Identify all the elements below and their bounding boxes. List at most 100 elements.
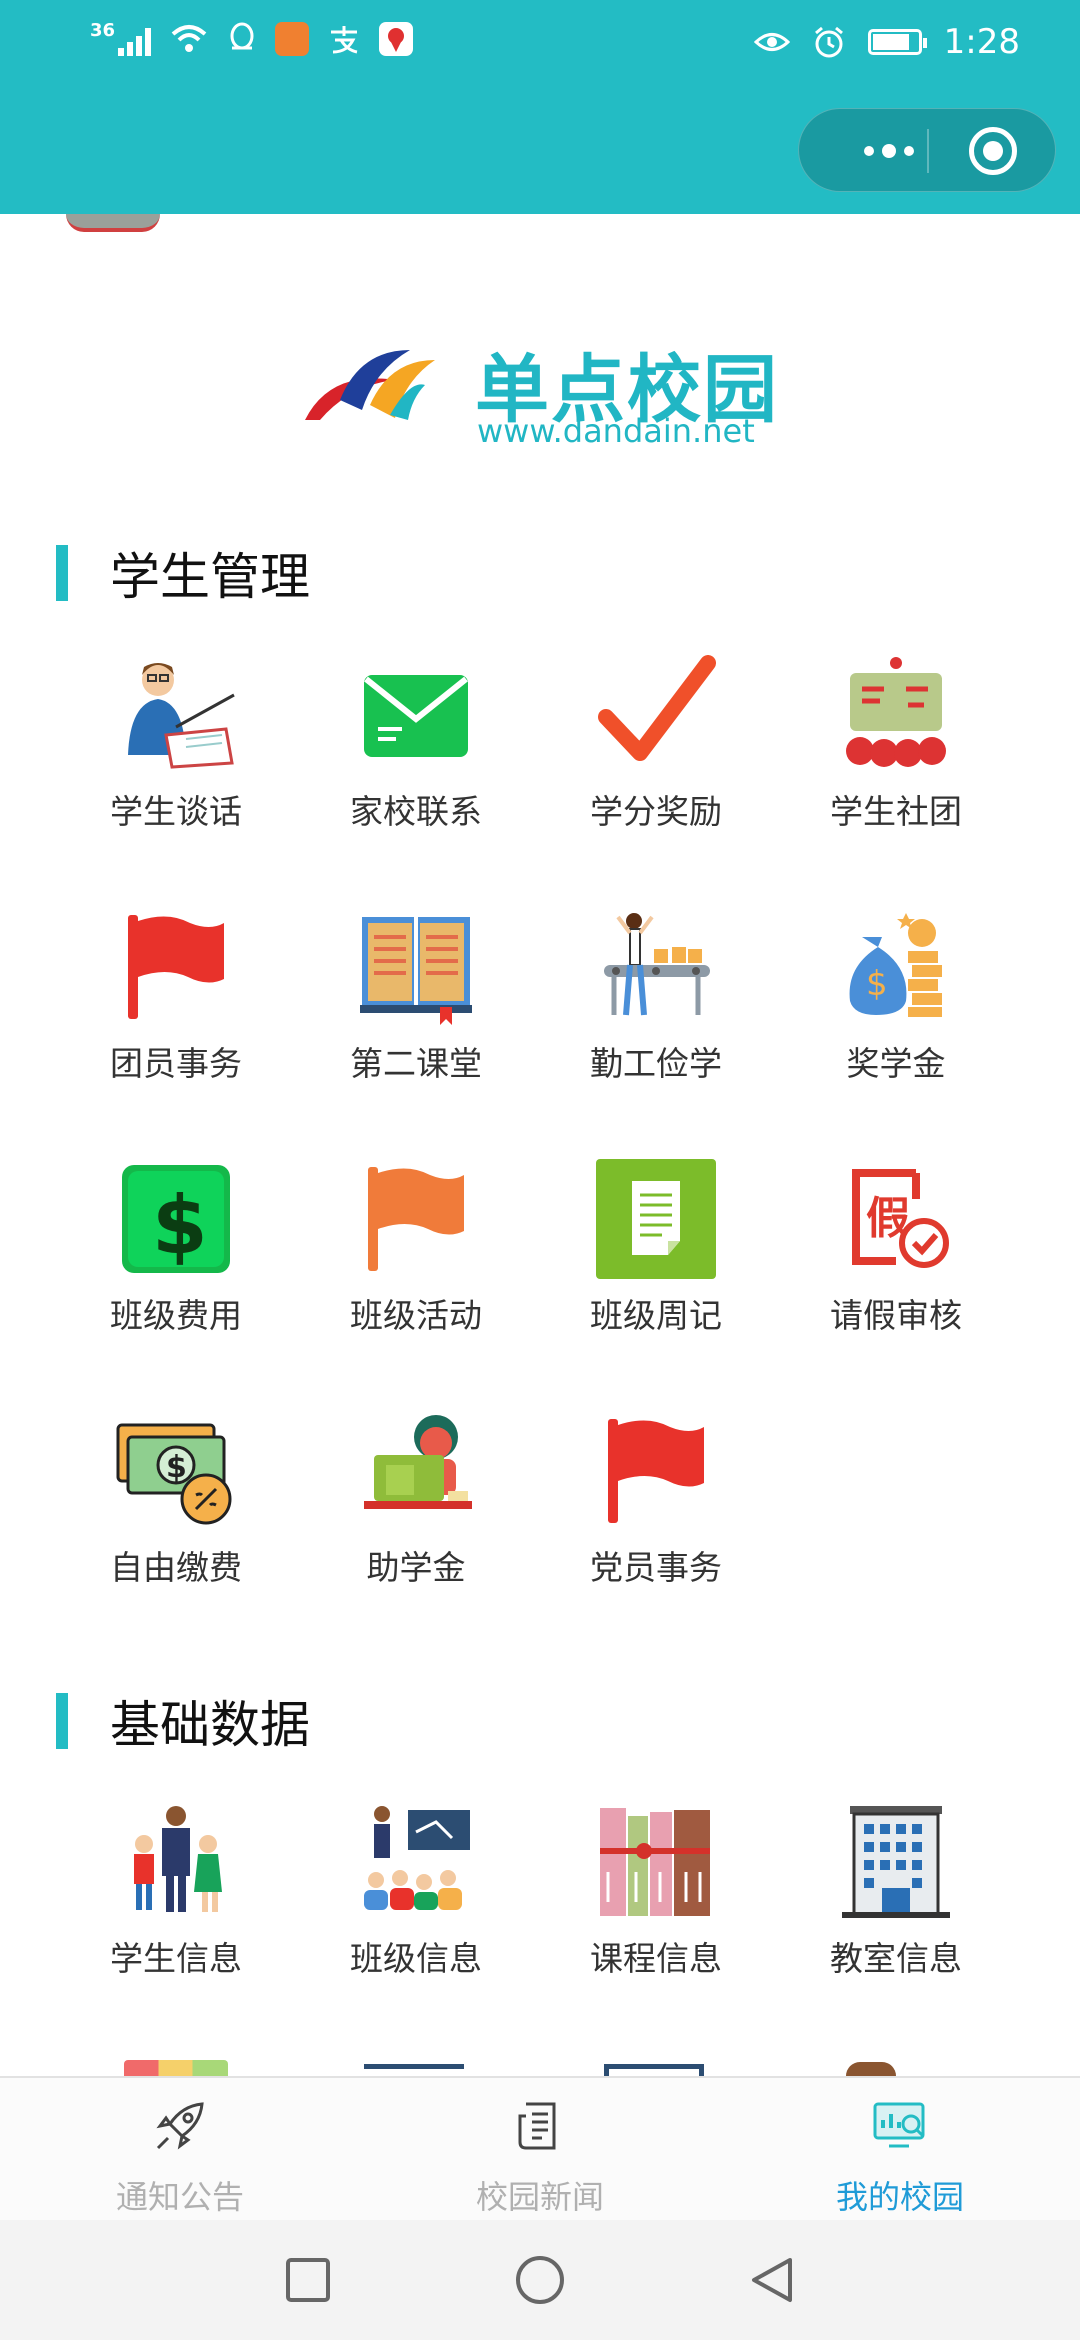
grid-item-league-affairs[interactable]: 团员事务 (56, 907, 296, 1127)
target-close-icon[interactable] (969, 127, 1017, 175)
grid-item-label: 学生谈话 (110, 792, 242, 831)
grid-item-class-info[interactable]: 班级信息 (296, 1802, 536, 2022)
books-icon (596, 1802, 716, 1922)
grid-item-class-fees[interactable]: $ 班级费用 (56, 1159, 296, 1379)
tab-label: 通知公告 (115, 2178, 244, 2216)
svg-text:$: $ (166, 1450, 187, 1485)
more-dots-icon[interactable] (839, 109, 939, 193)
news-icon (518, 2102, 556, 2150)
grid-item-label: 团员事务 (110, 1044, 242, 1083)
home-circle-icon[interactable] (514, 2254, 566, 2306)
grid-item-course-info[interactable]: 课程信息 (536, 1802, 776, 2022)
party-flag-icon (596, 1411, 716, 1531)
tab-notice[interactable]: 通知公告 (0, 2078, 360, 2222)
grid-item-class-journal[interactable]: 班级周记 (536, 1159, 776, 1379)
miniprogram-capsule (798, 108, 1056, 192)
grid-item-grant[interactable]: 助学金 (296, 1411, 536, 1631)
capsule-divider (927, 129, 929, 173)
grid-item-scholarship[interactable]: $ 奖学金 (776, 907, 1016, 1127)
alipay-icon (331, 26, 358, 54)
open-book-icon (356, 907, 476, 1027)
grid-item-label: 助学金 (366, 1548, 466, 1587)
grid-item-label: 班级信息 (350, 1939, 482, 1978)
red-flag-icon (116, 907, 236, 1027)
tab-label: 校园新闻 (475, 2178, 604, 2216)
teacher-talk-icon (116, 655, 236, 775)
status-bar: 36 1:28 (90, 22, 1020, 66)
next-row-peek (56, 2060, 1016, 2076)
grid-item-student-club[interactable]: 学生社团 (776, 655, 1016, 875)
tab-label: 我的校园 (835, 2178, 964, 2216)
envelope-icon (356, 655, 476, 775)
eye-protection-icon (753, 33, 790, 51)
qq-icon (230, 22, 254, 50)
system-nav-bar (0, 2220, 1080, 2340)
network-type: 36 (90, 20, 116, 41)
cash-coin-icon: $ (116, 1411, 236, 1531)
avatar (66, 214, 160, 232)
work-conveyor-icon (596, 907, 716, 1027)
classroom-icon (356, 1802, 476, 1922)
cellular-signal-icon: 36 (90, 20, 152, 56)
brand-logo: 单点校园 www.dandain.net (300, 320, 780, 450)
clock-time: 1:28 (943, 22, 1020, 62)
svg-text:$: $ (866, 964, 888, 1004)
grid-item-leave-approval[interactable]: 假 请假审核 (776, 1159, 1016, 1379)
section-title-basic-data: 基础数据 (56, 1693, 310, 1754)
student-desk-icon (356, 1411, 476, 1531)
wifi-icon (171, 25, 207, 52)
money-bag-icon: $ (836, 907, 956, 1027)
grid-item-label: 家校联系 (350, 792, 482, 831)
document-icon (596, 1159, 716, 1279)
tab-my-campus[interactable]: 我的校园 (720, 2078, 1080, 2222)
leave-approve-icon: 假 (836, 1159, 956, 1279)
grid-item-label: 班级费用 (110, 1296, 242, 1335)
grid-item-student-talk[interactable]: 学生谈话 (56, 655, 296, 875)
orange-flag-icon (356, 1159, 476, 1279)
grid-item-student-info[interactable]: 学生信息 (56, 1802, 296, 2022)
svg-text:$: $ (152, 1179, 208, 1272)
grid-item-credit-reward[interactable]: 学分奖励 (536, 655, 776, 875)
checkmark-icon (596, 655, 716, 775)
back-triangle-icon[interactable] (746, 2254, 798, 2306)
grid-item-work-study[interactable]: 勤工俭学 (536, 907, 776, 1127)
top-bar: 36 1:28 (0, 0, 1080, 214)
grid-item-party-affairs[interactable]: 党员事务 (536, 1411, 776, 1631)
grid-item-label: 课程信息 (590, 1939, 722, 1978)
fan-logo-icon (305, 350, 435, 420)
section-accent-bar (56, 1693, 68, 1749)
campus-monitor-icon (873, 2102, 925, 2148)
grid-item-label: 班级活动 (350, 1296, 482, 1335)
alarm-icon (814, 26, 843, 58)
grid-item-home-school-contact[interactable]: 家校联系 (296, 655, 536, 875)
tab-campus-news[interactable]: 校园新闻 (360, 2078, 720, 2222)
grid-item-label: 教室信息 (830, 1939, 962, 1978)
battery-icon (867, 29, 927, 55)
grid-item-label: 第二课堂 (350, 1044, 482, 1083)
club-board-icon (836, 655, 956, 775)
grid-item-classroom-info[interactable]: 教室信息 (776, 1802, 1016, 2022)
students-group-icon (116, 1802, 236, 1922)
grid-item-label: 班级周记 (590, 1296, 722, 1335)
map-app-icon (379, 22, 414, 56)
dollar-badge-icon: $ (116, 1159, 236, 1279)
grid-item-label: 自由缴费 (110, 1548, 242, 1587)
recent-apps-icon[interactable] (282, 2254, 334, 2306)
brand-url: www.dandain.net (477, 412, 755, 450)
rocket-icon (156, 2102, 204, 2150)
grid-item-label: 勤工俭学 (590, 1044, 722, 1083)
grid-item-label: 学生社团 (830, 792, 962, 831)
uc-browser-icon (275, 22, 310, 56)
grid-item-label: 奖学金 (846, 1044, 946, 1083)
section-accent-bar (56, 545, 68, 601)
building-icon (836, 1802, 956, 1922)
section-title-student-management: 学生管理 (56, 545, 310, 606)
grid-item-label: 党员事务 (590, 1548, 722, 1587)
bottom-tab-bar: 通知公告 校园新闻 我的校园 (0, 2076, 1080, 2222)
grid-item-label: 学生信息 (110, 1939, 242, 1978)
grid-item-label: 请假审核 (830, 1296, 962, 1335)
grid-item-free-payment[interactable]: $ 自由缴费 (56, 1411, 296, 1631)
grid-item-label: 学分奖励 (590, 792, 722, 831)
grid-item-class-activity[interactable]: 班级活动 (296, 1159, 536, 1379)
grid-item-second-classroom[interactable]: 第二课堂 (296, 907, 536, 1127)
